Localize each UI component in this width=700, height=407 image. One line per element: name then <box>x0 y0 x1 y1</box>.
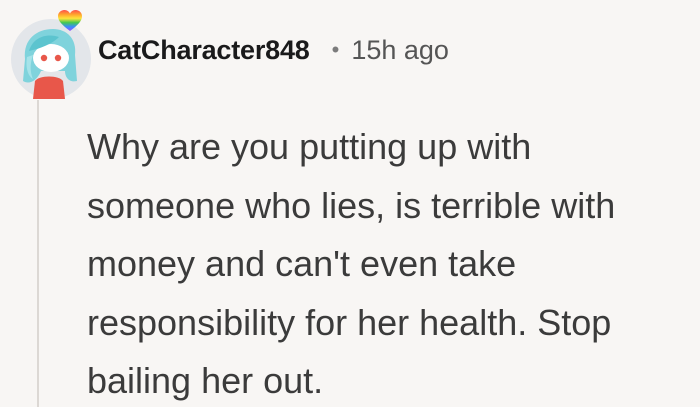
rainbow-heart-icon <box>58 10 82 31</box>
timestamp[interactable]: 15h ago <box>351 35 449 66</box>
separator-dot: • <box>331 37 340 62</box>
comment-line: money and can't even take <box>87 243 517 284</box>
comment: CatCharacter848 • 15h ago Why are you pu… <box>0 0 700 407</box>
comment-line: someone who lies, is terrible with <box>87 184 616 226</box>
username-link[interactable]: CatCharacter848 <box>98 35 310 66</box>
comment-line: bailing her out. <box>87 360 324 401</box>
comment-line: Why are you putting up with <box>87 126 532 167</box>
comment-line: responsibility for her health. Stop <box>87 301 612 343</box>
thread-line[interactable] <box>37 100 39 407</box>
user-avatar[interactable] <box>7 10 95 99</box>
comment-header: CatCharacter848 • 15h ago <box>98 30 449 70</box>
comment-body: Why are you putting up with someone who … <box>87 118 687 407</box>
